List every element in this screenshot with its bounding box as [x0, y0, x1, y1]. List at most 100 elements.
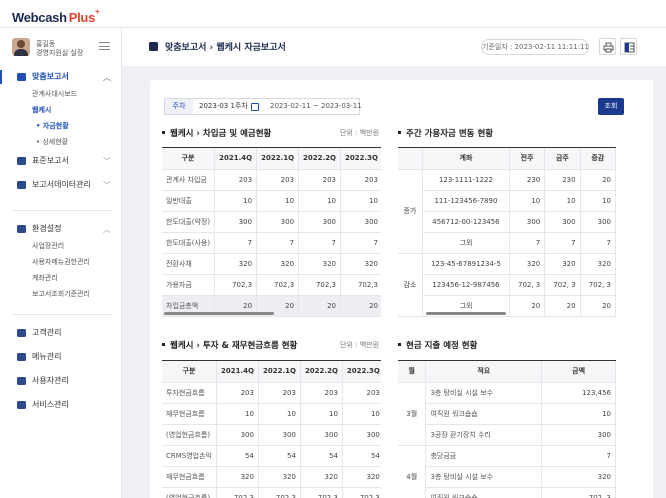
table-cell: 7: [580, 232, 616, 254]
sidebar-item-customer[interactable]: 고객관리: [0, 324, 121, 342]
table-row: CRMS영업손익 54 54 54 54: [162, 445, 381, 467]
table-cell: 702,3: [340, 274, 381, 296]
sidebar-sub-detail-status[interactable]: • 상세현황: [0, 134, 121, 150]
table-cell: 203: [256, 169, 300, 191]
table-cell: 3층 탕비실 시설 보수: [425, 466, 543, 488]
table-cell: 702, 3: [544, 274, 581, 296]
chart-icon: [17, 157, 26, 165]
standard-date: 기준일자 : 2023-02-11 11:11:11: [481, 39, 589, 55]
table-cell: 10: [216, 403, 259, 425]
table-cell: 54: [258, 445, 301, 467]
table-row: 투자현금흐름 203 203 203 203: [162, 382, 381, 404]
table-cell: 300: [580, 211, 616, 233]
week-select[interactable]: 2023-03 1주차: [199, 99, 248, 114]
table-row: 456712-00-123456 300 300 300: [398, 211, 616, 233]
table-cell: 3공장 환기장치 수리: [425, 424, 543, 446]
table-cell: 123-1111-1222: [422, 169, 510, 191]
sidebar-sub-workplace[interactable]: 사업장관리: [0, 238, 121, 254]
sidebar-item-report-data[interactable]: 보고서데이터관리 ﹀: [0, 176, 121, 194]
calendar-icon[interactable]: [251, 103, 259, 111]
table-cell: 300: [256, 211, 300, 233]
report-icon: [149, 42, 158, 51]
table-cell: 3층 탕비실 시설 보수: [425, 382, 543, 404]
table-cell: 20: [298, 295, 342, 317]
chevron-down-icon[interactable]: ﹀: [103, 177, 111, 195]
table-cell: 320: [544, 253, 581, 275]
table-cell: 54: [342, 445, 381, 467]
table-row: 여직원 워크숍숍 702, 3: [398, 487, 616, 498]
sidebar-item-settings[interactable]: 환경설정 ︿: [0, 220, 121, 238]
table-cell: 10: [256, 190, 300, 212]
table-cell: 관계사 차입금: [162, 169, 216, 191]
sidebar-item-users[interactable]: 사용자관리: [0, 372, 121, 390]
service-icon: [17, 401, 26, 409]
table-row: 그외 7 7 7: [398, 232, 616, 254]
sidebar-sub-report-criteria[interactable]: 보고서조회기준관리: [0, 286, 121, 302]
section-title-available-funds: 주간 가용자금 변동 현황: [398, 127, 493, 139]
table-cell: 203: [298, 169, 342, 191]
sidebar-sub-user-menu-permission[interactable]: 사용자메뉴권한관리: [0, 254, 121, 270]
chevron-up-icon[interactable]: ︿: [103, 221, 111, 239]
report-card: 주차 2023-03 1주차 2023-02-11 ~ 2023-03-11 조…: [150, 80, 653, 498]
table-cell: 702, 3: [509, 274, 546, 296]
table-header-row: 구분 2021.4Q 2022.1Q 2022.2Q 2022.3Q: [162, 361, 381, 383]
table-cell: 7: [256, 232, 300, 254]
table-cell: 300: [509, 211, 546, 233]
table-cell: 54: [216, 445, 259, 467]
table-cell: 7: [214, 232, 258, 254]
logo[interactable]: Webcash Plus+: [12, 7, 100, 25]
user-role: 경영지원실 실장: [36, 49, 84, 57]
table-header-row: 구분 2021.4Q 2022.1Q 2022.2Q 2022.3Q: [162, 148, 381, 170]
table-cell: 702,3: [342, 487, 381, 498]
table-header-row: 월 적요 금액: [398, 361, 616, 383]
report-icon: [17, 73, 26, 81]
top-bar: Webcash Plus+: [0, 0, 666, 28]
sidebar-item-menu[interactable]: 메뉴관리: [0, 348, 121, 366]
user-profile: 홍길동 경영지원실 실장: [12, 38, 112, 60]
sidebar-item-standard-report[interactable]: 표준보고서 ﹀: [0, 152, 121, 170]
sidebar-item-service[interactable]: 서비스관리: [0, 396, 121, 414]
table-cell: CRMS영업손익: [162, 445, 217, 467]
filter-label: 주차: [165, 99, 193, 114]
table-cell: 320: [580, 253, 616, 275]
table-cell: 10: [509, 190, 546, 212]
table-row: 111-123456-7890 10 10 10: [398, 190, 616, 212]
table-cell: 320: [541, 466, 616, 488]
sidebar-sub-webcash[interactable]: 웹케시: [0, 102, 121, 118]
table-cell: 10: [340, 190, 381, 212]
excel-button[interactable]: [620, 38, 637, 55]
table-cell: 가용자금: [162, 274, 216, 296]
divider: [12, 210, 112, 211]
chevron-up-icon[interactable]: ︿: [103, 69, 111, 87]
table-header-row: 계좌 전주 금주 증감: [398, 148, 616, 170]
table-cell: 재무현금흐름: [162, 466, 217, 488]
table-row: 증가 123-1111-1222 230 230 20: [398, 169, 616, 254]
horizontal-scrollbar[interactable]: [426, 312, 506, 315]
table-cell: 300: [544, 211, 581, 233]
menu-toggle-icon[interactable]: [99, 42, 110, 51]
customer-icon: [17, 329, 26, 337]
unit-label: 단위 : 백만원: [340, 129, 380, 137]
trend-icon: [17, 181, 26, 189]
sidebar-sub-account[interactable]: 계좌관리: [0, 270, 121, 286]
table-cell: 203: [300, 382, 343, 404]
sidebar-sub-affiliate-dashboard[interactable]: 관계사대시보드: [0, 86, 121, 102]
chevron-down-icon[interactable]: ﹀: [103, 153, 111, 171]
table-cell: 300: [258, 424, 301, 446]
table-row: 감소 123-45-67891234-5 320 320 320: [398, 253, 616, 317]
print-button[interactable]: [599, 38, 616, 55]
table-cell: 7: [340, 232, 381, 254]
table-cell: 300: [216, 424, 259, 446]
cashflow-table: 구분 2021.4Q 2022.1Q 2022.2Q 2022.3Q 투자현금흐…: [162, 360, 381, 498]
table-cell: 20: [544, 295, 581, 317]
search-button[interactable]: 조회: [598, 98, 624, 115]
table-cell: 20: [509, 295, 546, 317]
table-cell: 123456-12-987456: [422, 274, 510, 296]
sidebar-sub-fund-status[interactable]: • 자금현황: [0, 118, 121, 134]
table-cell: 320: [298, 253, 342, 275]
sidebar-item-custom-report[interactable]: 맞춤보고서 ︿: [0, 68, 121, 86]
section-title-cash-expense: 현금 지출 예정 현황: [398, 339, 477, 351]
table-cell: 증가: [398, 169, 423, 254]
table-cell: 320: [300, 466, 343, 488]
horizontal-scrollbar[interactable]: [164, 312, 274, 315]
